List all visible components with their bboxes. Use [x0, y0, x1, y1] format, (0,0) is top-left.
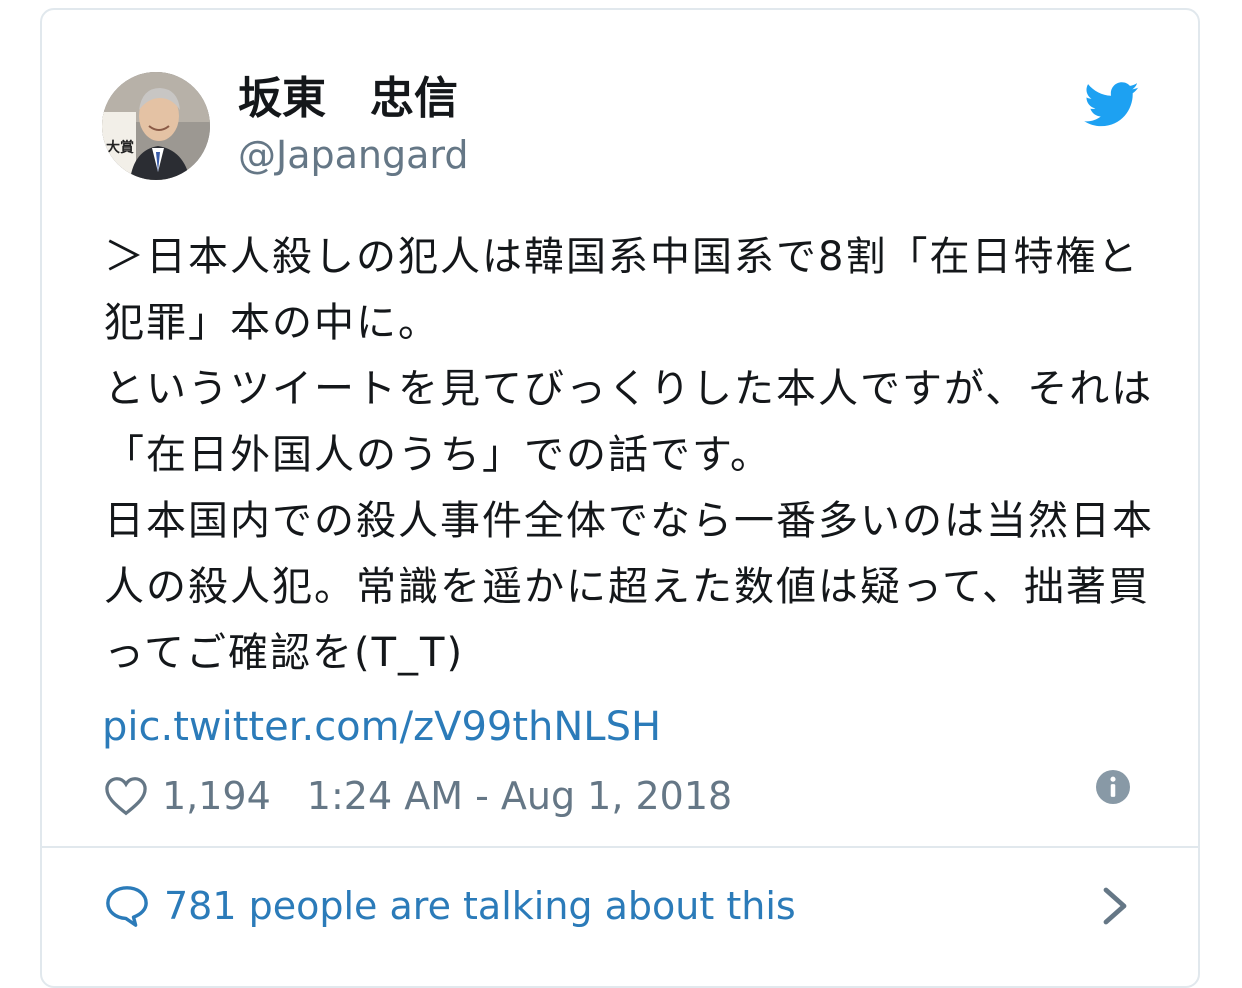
tweet-text: ＞日本人殺しの犯人は韓国系中国系で8割「在日特権と犯罪」本の中に。 というツイー…	[104, 234, 1154, 676]
pic-link[interactable]: pic.twitter.com/zV99thNLSH	[102, 694, 661, 760]
tweet-meta: 1,194 1:24 AM - Aug 1, 2018	[104, 766, 732, 826]
avatar-photo: 大賞	[102, 72, 210, 180]
chevron-right-icon[interactable]	[1102, 886, 1128, 926]
conversation-link[interactable]: 781 people are talking about this	[104, 876, 796, 936]
info-icon[interactable]	[1096, 770, 1130, 804]
heart-icon[interactable]	[104, 776, 148, 816]
timestamp[interactable]: 1:24 AM - Aug 1, 2018	[307, 774, 732, 818]
like-count[interactable]: 1,194	[162, 774, 271, 818]
avatar-sign-text: 大賞	[106, 139, 134, 156]
conversation-label[interactable]: 781 people are talking about this	[164, 884, 796, 928]
divider	[42, 846, 1198, 848]
user-handle[interactable]: @Japangard	[238, 132, 468, 178]
twitter-bird-icon[interactable]	[1084, 82, 1140, 128]
avatar[interactable]: 大賞	[102, 72, 210, 180]
tweet-card: 大賞 坂東 忠信 @Japangard ＞日本人殺しの犯人は韓国系中国系で8割「…	[40, 8, 1200, 988]
display-name[interactable]: 坂東 忠信	[238, 72, 458, 126]
speech-bubble-icon	[106, 886, 148, 927]
